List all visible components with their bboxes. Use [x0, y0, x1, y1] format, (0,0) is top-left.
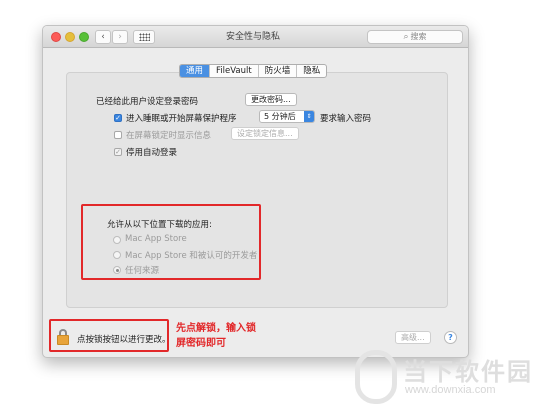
show-message-label: 在屏幕锁定时显示信息 [126, 131, 212, 141]
annotation-line-1: 先点解锁，输入锁 [176, 323, 256, 334]
search-icon: ⌕ [403, 32, 409, 42]
select-arrows-icon: ⇕ [304, 111, 314, 122]
minimize-window-button[interactable] [65, 32, 75, 42]
show-message-checkbox[interactable] [114, 131, 122, 139]
disable-auto-login-checkbox[interactable]: ✓ [114, 148, 122, 156]
require-password-checkbox[interactable]: ✓ [114, 114, 122, 122]
password-set-label: 已经给此用户设定登录密码 [96, 97, 199, 107]
watermark-title: 当下软件园 [403, 358, 533, 386]
back-button[interactable]: ‹ [95, 30, 111, 44]
advanced-button[interactable]: 高级... [395, 331, 431, 344]
lock-highlight-box [49, 319, 169, 352]
search-placeholder: 搜索 [410, 32, 427, 41]
annotation-line-2: 屏密码即可 [176, 338, 226, 349]
window-title: 安全性与隐私 [225, 32, 280, 42]
require-password-suffix: 要求输入密码 [320, 114, 372, 124]
watermark-url: www.downxia.com [405, 384, 496, 396]
help-button[interactable]: ? [444, 331, 457, 344]
watermark-logo-icon [355, 350, 397, 404]
require-password-label: 进入睡眠或开始屏幕保护程序 [126, 114, 237, 124]
require-password-delay-select[interactable]: 5 分钟后 ⇕ [259, 110, 315, 123]
close-window-button[interactable] [51, 32, 61, 42]
tab-filevault[interactable]: FileVault [209, 65, 258, 77]
zoom-window-button[interactable] [79, 32, 89, 42]
delay-select-value: 5 分钟后 [264, 112, 296, 121]
grid-icon [139, 33, 150, 41]
tab-firewall[interactable]: 防火墙 [257, 65, 297, 77]
forward-button[interactable]: › [112, 30, 128, 44]
tab-general[interactable]: 通用 [180, 65, 210, 77]
tab-privacy[interactable]: 隐私 [296, 65, 326, 77]
show-all-button[interactable] [133, 30, 155, 44]
disable-auto-login-label: 停用自动登录 [126, 148, 178, 158]
annotation-text: 先点解锁，输入锁 屏密码即可 [176, 321, 276, 351]
preferences-window: ‹ › 安全性与隐私 ⌕ 搜索 已经给此用户设定登录密码 更改密码... ✓ 进入… [42, 25, 469, 358]
watermark: 当下软件园 www.downxia.com [355, 348, 533, 410]
set-lock-message-button[interactable]: 设定锁定信息... [231, 127, 299, 140]
title-bar: ‹ › 安全性与隐私 ⌕ 搜索 [43, 26, 468, 48]
downloads-highlight-box [81, 204, 261, 280]
tab-bar: 通用 FileVault 防火墙 隐私 [179, 64, 328, 78]
change-password-button[interactable]: 更改密码... [245, 93, 297, 106]
search-input[interactable]: ⌕ 搜索 [367, 30, 463, 44]
